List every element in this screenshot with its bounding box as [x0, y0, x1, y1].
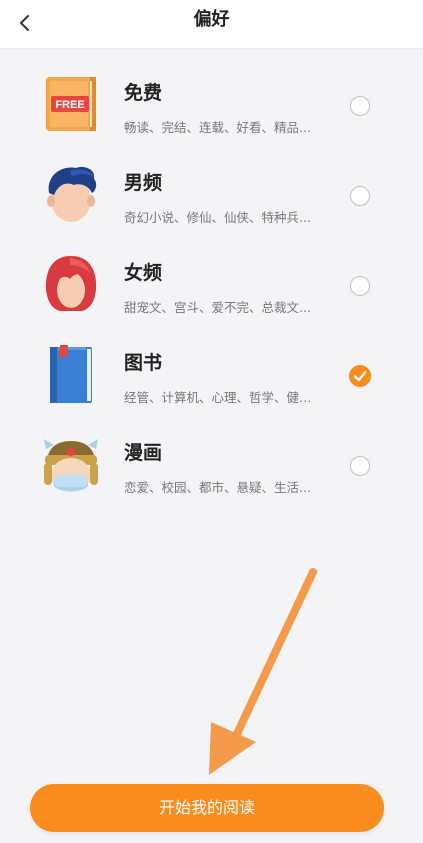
item-name: 女频 — [124, 262, 163, 284]
svg-text:FREE: FREE — [55, 99, 84, 111]
start-reading-button[interactable]: 开始我的阅读 — [30, 784, 384, 832]
item-name: 男频 — [124, 172, 163, 194]
female-avatar-icon — [45, 256, 97, 311]
item-description: 经管、计算机、心理、哲学、健… — [124, 390, 312, 405]
comic-character-icon — [44, 439, 98, 492]
preference-item-books[interactable]: 图书 经管、计算机、心理、哲学、健… — [0, 330, 423, 420]
select-radio-checked[interactable] — [349, 365, 371, 387]
select-radio[interactable] — [350, 456, 370, 476]
item-description: 甜宠文、宫斗、爱不完、总裁文... — [124, 300, 311, 315]
male-avatar-icon — [47, 167, 97, 222]
preference-item-comics[interactable]: 漫画 恋爱、校园、都市、悬疑、生活... — [0, 420, 423, 510]
select-radio[interactable] — [350, 276, 370, 296]
preference-list: FREE 免费 畅读、完结、连载、好看、精品... 男频 奇幻小说、修仙、仙侠、… — [0, 60, 423, 510]
header: 偏好 — [0, 0, 423, 49]
free-book-icon: FREE — [46, 77, 96, 131]
preference-item-female[interactable]: 女频 甜宠文、宫斗、爱不完、总裁文... — [0, 240, 423, 330]
page-title: 偏好 — [193, 9, 230, 30]
item-name: 免费 — [124, 82, 163, 104]
item-description: 畅读、完结、连载、好看、精品... — [124, 120, 311, 135]
preference-item-free[interactable]: FREE 免费 畅读、完结、连载、好看、精品... — [0, 60, 423, 150]
select-radio[interactable] — [350, 186, 370, 206]
checkmark-icon — [353, 371, 367, 382]
blue-book-icon — [50, 345, 92, 403]
item-description: 恋爱、校园、都市、悬疑、生活... — [124, 480, 311, 495]
item-name: 漫画 — [124, 442, 163, 464]
item-name: 图书 — [124, 352, 163, 374]
select-radio[interactable] — [350, 96, 370, 116]
item-description: 奇幻小说、修仙、仙侠、特种兵... — [124, 210, 311, 225]
preference-item-male[interactable]: 男频 奇幻小说、修仙、仙侠、特种兵... — [0, 150, 423, 240]
